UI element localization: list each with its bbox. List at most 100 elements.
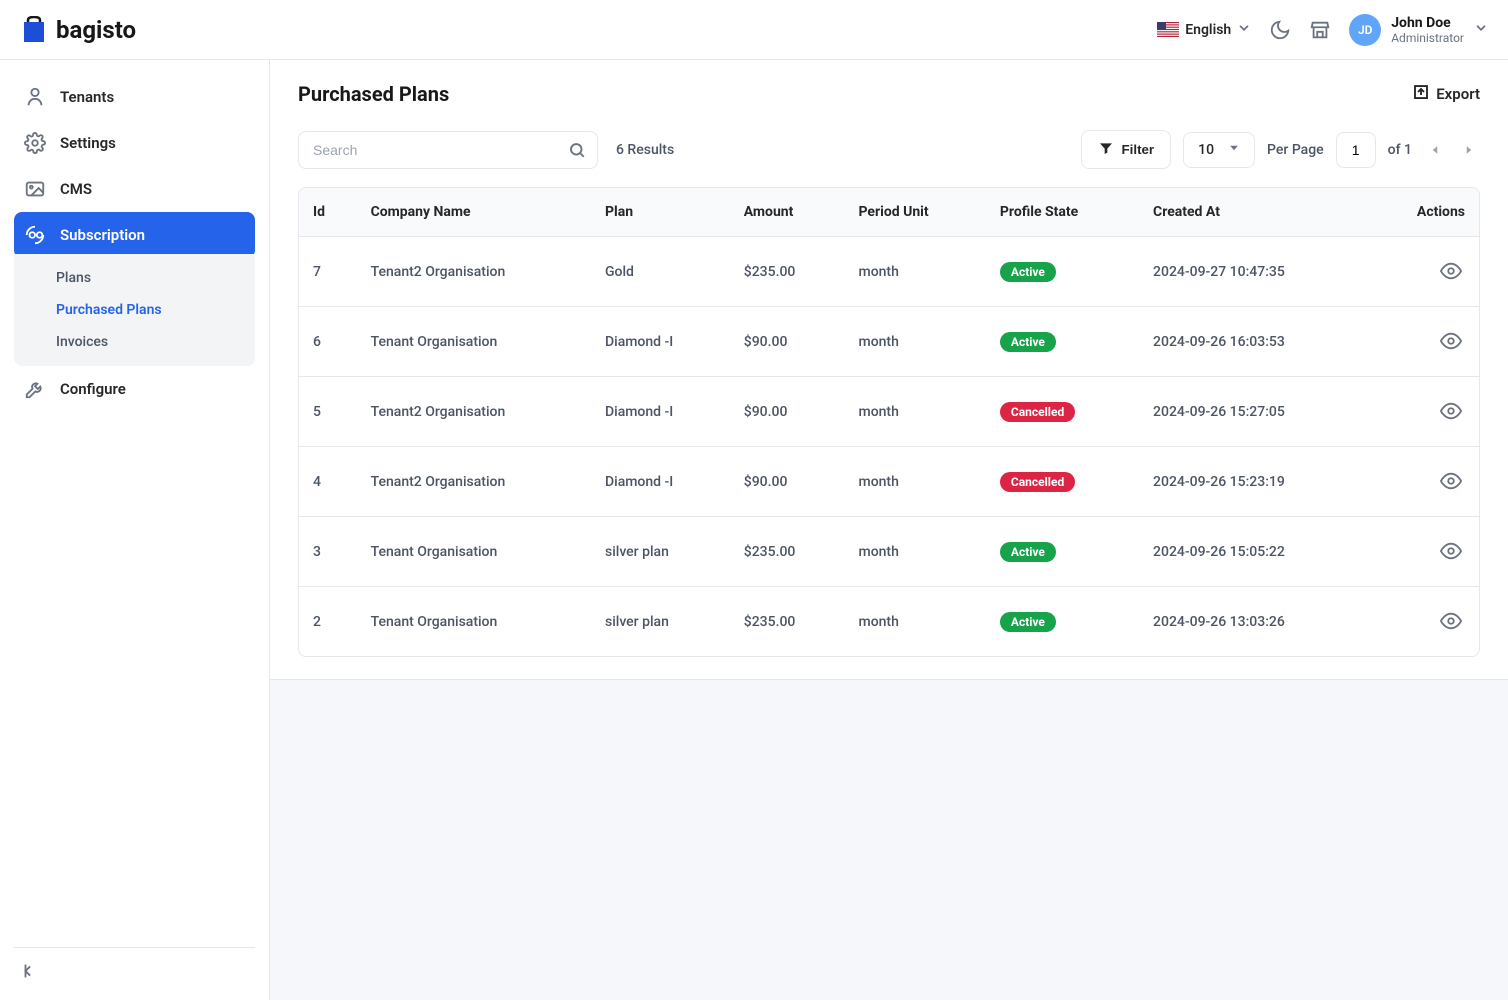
cell-created: 2024-09-26 13:03:26	[1139, 587, 1369, 657]
col-actions: Actions	[1369, 188, 1479, 237]
cell-company: Tenant2 Organisation	[357, 237, 591, 307]
brand-logo[interactable]: bagisto	[20, 16, 136, 44]
page-input[interactable]	[1336, 132, 1376, 168]
col-created[interactable]: Created At	[1139, 188, 1369, 237]
purchased-plans-table: Id Company Name Plan Amount Period Unit …	[299, 188, 1479, 656]
sidebar-item-tenants[interactable]: Tenants	[14, 74, 255, 120]
cell-id: 7	[299, 237, 357, 307]
cell-actions	[1369, 447, 1479, 517]
collapse-sidebar-button[interactable]	[20, 970, 42, 986]
chevron-down-icon	[1228, 142, 1240, 158]
search-input[interactable]	[298, 131, 598, 169]
cell-state: Active	[986, 237, 1139, 307]
page-of-text: of 1	[1388, 142, 1412, 158]
toolbar: 6 Results Filter 10 Pe	[298, 130, 1480, 169]
cell-amount: $90.00	[730, 377, 845, 447]
dark-mode-icon[interactable]	[1269, 19, 1291, 41]
eye-icon	[1440, 260, 1462, 282]
cell-amount: $235.00	[730, 237, 845, 307]
col-plan[interactable]: Plan	[591, 188, 730, 237]
cell-state: Active	[986, 307, 1139, 377]
search-box	[298, 131, 598, 169]
page-title: Purchased Plans	[298, 82, 449, 106]
cell-company: Tenant Organisation	[357, 517, 591, 587]
cell-plan: Diamond -I	[591, 447, 730, 517]
results-count: 6 Results	[616, 142, 674, 158]
eye-icon	[1440, 610, 1462, 632]
perpage-select[interactable]: 10	[1183, 132, 1255, 168]
cell-id: 3	[299, 517, 357, 587]
view-button[interactable]	[1437, 607, 1465, 635]
col-id[interactable]: Id	[299, 188, 357, 237]
status-badge: Active	[1000, 262, 1056, 282]
chevron-down-icon	[1237, 21, 1251, 39]
avatar-initials: JD	[1358, 23, 1373, 37]
cell-amount: $235.00	[730, 517, 845, 587]
gear-icon	[24, 132, 46, 154]
sidebar-item-configure[interactable]: Configure	[14, 366, 255, 412]
col-state[interactable]: Profile State	[986, 188, 1139, 237]
header-right: English JD John Doe Administrator	[1157, 14, 1488, 46]
view-button[interactable]	[1437, 327, 1465, 355]
submenu-item-plans[interactable]: Plans	[14, 262, 255, 294]
export-label: Export	[1436, 85, 1480, 103]
wrench-icon	[24, 378, 46, 400]
store-icon[interactable]	[1309, 19, 1331, 41]
status-badge: Active	[1000, 612, 1056, 632]
col-company[interactable]: Company Name	[357, 188, 591, 237]
sidebar-item-subscription[interactable]: Subscription	[14, 212, 255, 258]
cell-actions	[1369, 237, 1479, 307]
user-menu[interactable]: JD John Doe Administrator	[1349, 14, 1488, 46]
table-row: 6Tenant OrganisationDiamond -I$90.00mont…	[299, 307, 1479, 377]
sidebar-item-settings[interactable]: Settings	[14, 120, 255, 166]
table-row: 2Tenant Organisationsilver plan$235.00mo…	[299, 587, 1479, 657]
view-button[interactable]	[1437, 397, 1465, 425]
cell-created: 2024-09-26 16:03:53	[1139, 307, 1369, 377]
search-icon	[568, 141, 586, 159]
table-row: 4Tenant2 OrganisationDiamond -I$90.00mon…	[299, 447, 1479, 517]
cell-created: 2024-09-26 15:27:05	[1139, 377, 1369, 447]
submenu-item-purchased-plans[interactable]: Purchased Plans	[14, 294, 255, 326]
status-badge: Active	[1000, 332, 1056, 352]
table-header-row: Id Company Name Plan Amount Period Unit …	[299, 188, 1479, 237]
layout: Tenants Settings CMS Subscription Plans …	[0, 60, 1508, 1000]
cell-created: 2024-09-26 15:05:22	[1139, 517, 1369, 587]
user-icon	[24, 86, 46, 108]
avatar: JD	[1349, 14, 1381, 46]
brand-icon	[20, 16, 48, 44]
eye-icon	[1440, 400, 1462, 422]
eye-icon	[1440, 470, 1462, 492]
cell-company: Tenant2 Organisation	[357, 377, 591, 447]
table-row: 3Tenant Organisationsilver plan$235.00mo…	[299, 517, 1479, 587]
cell-created: 2024-09-27 10:47:35	[1139, 237, 1369, 307]
language-selector[interactable]: English	[1157, 21, 1251, 39]
table-container: Id Company Name Plan Amount Period Unit …	[298, 187, 1480, 657]
flag-icon	[1157, 22, 1179, 37]
sidebar-item-label: Subscription	[60, 226, 145, 244]
prev-page-button[interactable]	[1424, 139, 1446, 161]
view-button[interactable]	[1437, 537, 1465, 565]
next-page-button[interactable]	[1458, 139, 1480, 161]
user-name: John Doe	[1391, 15, 1464, 31]
cell-actions	[1369, 307, 1479, 377]
export-button[interactable]: Export	[1412, 83, 1480, 105]
eye-icon	[1440, 330, 1462, 352]
cell-actions	[1369, 587, 1479, 657]
table-row: 5Tenant2 OrganisationDiamond -I$90.00mon…	[299, 377, 1479, 447]
col-amount[interactable]: Amount	[730, 188, 845, 237]
cell-id: 4	[299, 447, 357, 517]
view-button[interactable]	[1437, 467, 1465, 495]
submenu-item-invoices[interactable]: Invoices	[14, 326, 255, 358]
filter-button[interactable]: Filter	[1081, 130, 1172, 169]
sidebar-footer	[14, 947, 255, 986]
status-badge: Cancelled	[1000, 472, 1075, 492]
sidebar-item-label: Settings	[60, 134, 116, 152]
col-period[interactable]: Period Unit	[845, 188, 986, 237]
sidebar-item-cms[interactable]: CMS	[14, 166, 255, 212]
view-button[interactable]	[1437, 257, 1465, 285]
status-badge: Cancelled	[1000, 402, 1075, 422]
sidebar-item-label: Tenants	[60, 88, 114, 106]
cell-plan: Diamond -I	[591, 377, 730, 447]
status-badge: Active	[1000, 542, 1056, 562]
cell-company: Tenant Organisation	[357, 307, 591, 377]
